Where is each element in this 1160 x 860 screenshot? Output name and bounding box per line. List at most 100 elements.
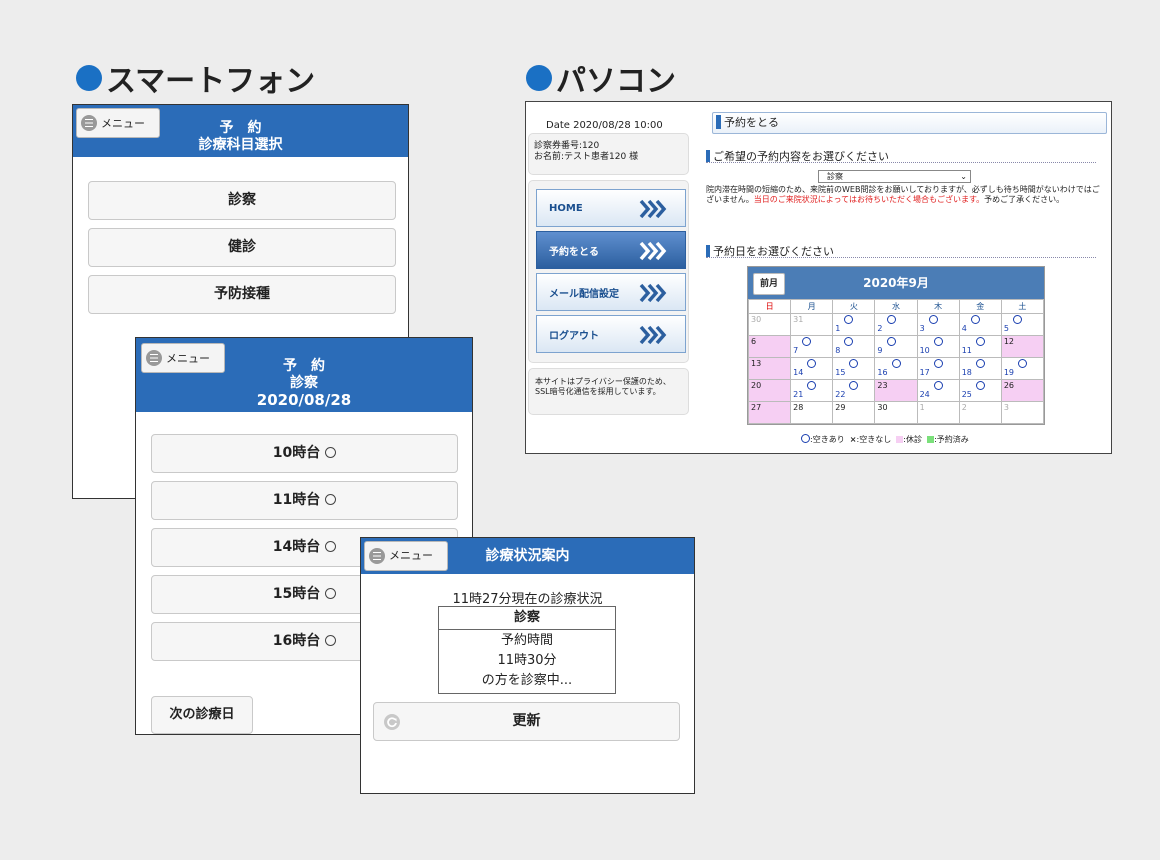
calendar-day[interactable]: 14: [790, 357, 834, 380]
calendar-day: 30: [874, 401, 918, 424]
calendar-week: 30 31 1 2 3 4 5: [747, 313, 1045, 336]
page-subtitle: 診療科目選択: [198, 137, 283, 153]
slot-button-10[interactable]: 10時台: [151, 434, 458, 473]
department-name: 診察: [290, 375, 318, 391]
weekday-header: 木: [916, 299, 960, 314]
nav-home[interactable]: HOME: [536, 189, 686, 227]
notice-tail: 予めご了承ください。: [984, 195, 1065, 204]
calendar-day[interactable]: 22: [832, 379, 876, 402]
calendar-day[interactable]: 19: [1000, 357, 1045, 380]
calendar-day[interactable]: 21: [790, 379, 834, 402]
day-number: 24: [919, 390, 930, 399]
prev-month-button[interactable]: 前月: [753, 273, 785, 295]
status-department: 診察: [439, 607, 615, 630]
available-circle-icon: [975, 359, 985, 368]
chevron-down-icon: ⌄: [960, 172, 967, 181]
calendar-day[interactable]: 17: [916, 357, 960, 380]
slot-button-11[interactable]: 11時台: [151, 481, 458, 520]
calendar-day[interactable]: 3: [916, 313, 960, 336]
nav-mail-settings[interactable]: メール配信設定: [536, 273, 686, 311]
day-number: 1: [919, 403, 925, 412]
notice-text: 院内滞在時間の短縮のため、来院前のWEB問診をお願いしておりますが、必ずしも待ち…: [706, 185, 1101, 205]
content-select[interactable]: 診察 ⌄: [818, 170, 971, 183]
calendar-day[interactable]: 9: [874, 335, 918, 358]
header-bar: メニュー 予 約 診察 2020/08/28: [136, 338, 472, 412]
calendar-day[interactable]: 15: [832, 357, 876, 380]
calendar-day: 1: [916, 401, 960, 424]
reservation-calendar: 前月 2020年9月 日月火水木金土 30 31 1 2 3 4 5 6 7 8 9 10 11 12 13…: [747, 266, 1045, 425]
calendar-week: 27 28 29 30 1 2 3: [747, 401, 1045, 424]
day-number: 4: [961, 324, 967, 333]
status-table: 診察 予約時間 11時30分 の方を診察中...: [438, 606, 616, 694]
menu-button[interactable]: メニュー: [141, 343, 225, 373]
dept-button-vaccination[interactable]: 予防接種: [88, 275, 396, 314]
calendar-day[interactable]: 7: [790, 335, 834, 358]
available-circle-icon: [886, 315, 896, 324]
calendar-day[interactable]: 4: [958, 313, 1002, 336]
title-marker-icon: [716, 115, 721, 129]
available-circle-icon: [975, 337, 985, 346]
day-number: 15: [835, 368, 846, 377]
day-number: 6: [751, 337, 757, 346]
calendar-day[interactable]: 11: [958, 335, 1002, 358]
available-circle-icon: [933, 359, 943, 368]
available-circle-icon: [325, 541, 337, 552]
available-circle-icon: [325, 635, 337, 646]
selected-date: 2020/08/28: [256, 391, 352, 409]
calendar-header: 前月 2020年9月: [748, 267, 1044, 299]
calendar-day[interactable]: 18: [958, 357, 1002, 380]
day-number: 10: [919, 346, 930, 355]
available-circle-icon: [849, 359, 859, 368]
header-bar: メニュー 診療状況案内: [361, 538, 694, 574]
chevrons-right-icon: [639, 283, 667, 303]
day-number: 30: [751, 315, 762, 324]
available-circle-icon: [325, 494, 337, 505]
available-circle-icon: [975, 381, 985, 390]
legend-closed: :休診: [903, 435, 922, 444]
calendar-day[interactable]: 24: [916, 379, 960, 402]
nav-logout[interactable]: ログアウト: [536, 315, 686, 353]
calendar-day[interactable]: 10: [916, 335, 960, 358]
available-circle-icon: [325, 447, 337, 458]
calendar-day: 27: [747, 401, 792, 424]
menu-button[interactable]: メニュー: [76, 108, 160, 138]
calendar-day: 2: [958, 401, 1002, 424]
page-title: 予約をとる: [724, 116, 779, 129]
dept-button-kenshin[interactable]: 健診: [88, 228, 396, 267]
nav-label: 予約をとる: [549, 246, 599, 258]
nav-reserve[interactable]: 予約をとる: [536, 231, 686, 269]
header-bar: メニュー 予 約 診療科目選択: [73, 105, 408, 157]
slot-label: 16時台: [272, 633, 321, 649]
day-number: 1: [835, 324, 841, 333]
day-number: 21: [793, 390, 804, 399]
calendar-day[interactable]: 8: [832, 335, 876, 358]
calendar-day[interactable]: 5: [1000, 313, 1045, 336]
calendar-month: 2020年9月: [863, 276, 929, 290]
available-circle-icon: [933, 381, 943, 390]
available-circle-icon: [970, 315, 980, 324]
calendar-day: 20: [747, 379, 792, 402]
calendar-week: 13 14 15 16 17 18 19: [747, 357, 1045, 380]
current-time-slot: 11時30分: [497, 653, 557, 668]
calendar-day: 31: [790, 313, 834, 336]
privacy-notice: 本サイトはプライバシー保護のため、SSL暗号化通信を採用しています。: [528, 368, 689, 415]
next-day-button[interactable]: 次の診療日: [151, 696, 253, 734]
weekday-header: 金: [958, 299, 1002, 314]
day-number: 20: [751, 381, 762, 390]
calendar-day[interactable]: 1: [832, 313, 876, 336]
calendar-week: 20 21 22 23 24 25 26: [747, 379, 1045, 402]
day-number: 7: [793, 346, 799, 355]
weekday-header: 水: [874, 299, 918, 314]
dept-button-shinsatsu[interactable]: 診察: [88, 181, 396, 220]
phone-status-info: メニュー 診療状況案内 11時27分現在の診療状況 診察 予約時間 11時30分…: [360, 537, 695, 794]
calendar-day[interactable]: 25: [958, 379, 1002, 402]
calendar-day: 28: [790, 401, 834, 424]
day-number: 14: [793, 368, 804, 377]
available-circle-icon: [844, 315, 854, 324]
heading-marker-icon: [706, 245, 710, 257]
refresh-button[interactable]: 更新: [373, 702, 680, 741]
available-circle-icon: [325, 588, 337, 599]
calendar-day[interactable]: 16: [874, 357, 918, 380]
menu-button[interactable]: メニュー: [364, 541, 448, 571]
calendar-day[interactable]: 2: [874, 313, 918, 336]
